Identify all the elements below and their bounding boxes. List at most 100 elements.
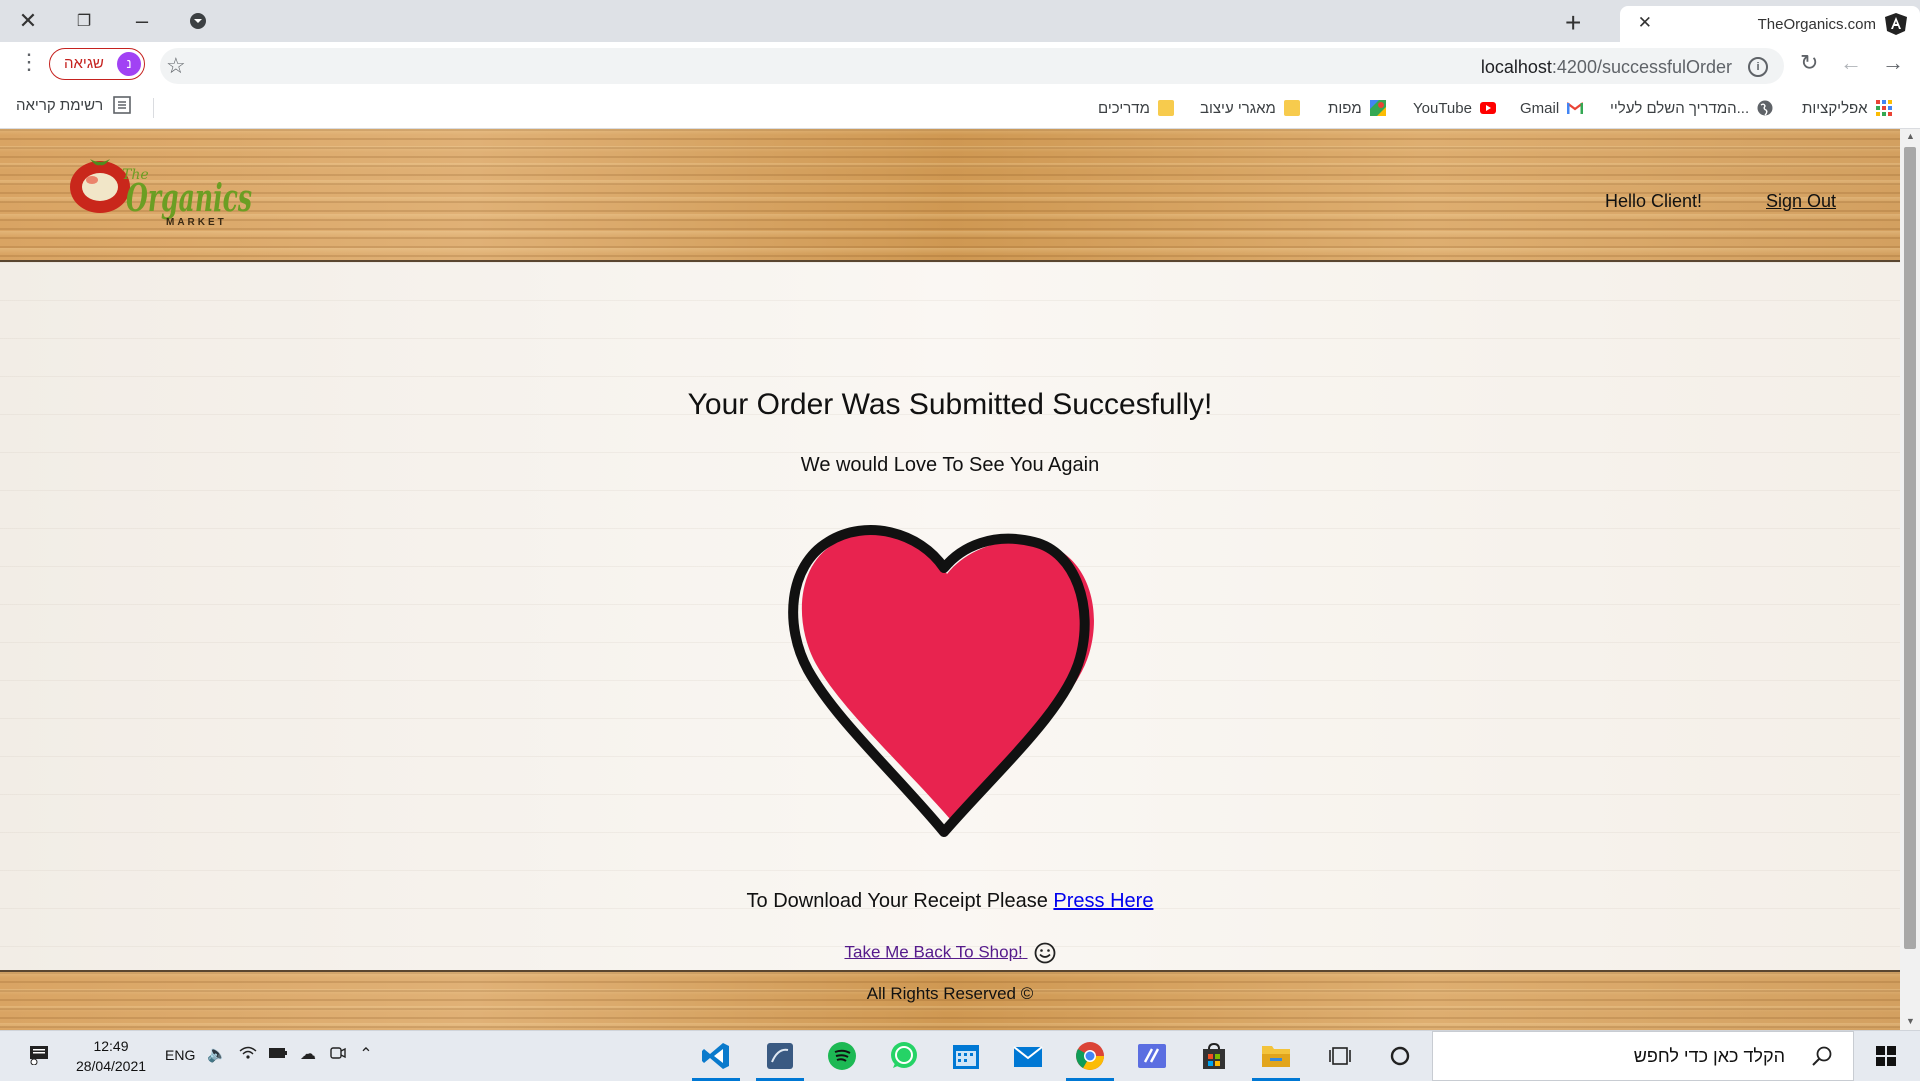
close-window-icon[interactable]: ✕	[10, 5, 46, 37]
angular-favicon-icon	[1885, 13, 1907, 35]
page-subtitle: We would Love To See You Again	[800, 454, 1100, 476]
calendar-icon[interactable]	[942, 1036, 990, 1076]
system-clock[interactable]: 12:49 28/04/2021	[66, 1036, 156, 1076]
tab-title: TheOrganics.com	[1757, 16, 1876, 33]
maps-icon	[1369, 100, 1386, 116]
bookmark-label: Gmail	[1520, 99, 1560, 117]
site-header: The Organics MARKET Hello Client! Sign O…	[0, 129, 1900, 262]
address-bar[interactable]: ☆ localhost:4200/successfulOrder i	[160, 48, 1784, 84]
tab-theorganics[interactable]: ✕ TheOrganics.com	[1620, 6, 1920, 42]
bookmark-label: YouTube	[1413, 99, 1472, 117]
show-hidden-icons-chevron-icon[interactable]: ⌃	[356, 1045, 376, 1065]
bookmark-apps[interactable]: אפליקציות	[1802, 96, 1892, 120]
bookmark-aliyah-guide[interactable]: המדריך השלם לעליי...	[1610, 96, 1773, 120]
scrollbar-thumb[interactable]	[1904, 147, 1916, 949]
logo-organics: Organics	[126, 175, 252, 220]
chrome-icon[interactable]	[1066, 1036, 1114, 1081]
bookmark-label: מפות	[1328, 99, 1362, 117]
site-footer: All Rights Reserved ©	[0, 970, 1900, 1030]
bookmark-youtube[interactable]: YouTube	[1413, 96, 1496, 120]
url-text[interactable]: localhost:4200/successfulOrder	[1481, 57, 1732, 78]
site-info-icon[interactable]: i	[1748, 57, 1768, 77]
battery-icon[interactable]	[268, 1045, 288, 1065]
folder-icon	[1157, 100, 1174, 116]
clock-time: 12:49	[93, 1038, 129, 1054]
volume-icon[interactable]: 🔈	[207, 1045, 227, 1065]
new-tab-button[interactable]: +	[1565, 7, 1581, 39]
vscode-icon[interactable]	[692, 1036, 740, 1081]
youtube-icon	[1479, 102, 1496, 114]
logo-market: MARKET	[166, 217, 227, 228]
reading-list-icon	[113, 96, 131, 114]
browser-menu-icon[interactable]: ⋮	[18, 51, 40, 73]
bookmarks-divider	[153, 98, 154, 118]
bookmark-design-resources[interactable]: מאגרי עיצוב	[1200, 96, 1300, 120]
bookmark-label: המדריך השלם לעליי...	[1610, 99, 1750, 117]
bookmark-star-icon[interactable]: ☆	[166, 53, 186, 79]
restore-window-icon[interactable]: ❐	[66, 5, 102, 37]
spotify-icon[interactable]	[818, 1036, 866, 1076]
receipt-text: To Download Your Receipt Please	[746, 890, 1054, 912]
store-icon[interactable]	[1190, 1036, 1238, 1076]
onedrive-icon[interactable]: ☁	[298, 1045, 318, 1065]
database-icon[interactable]	[756, 1036, 804, 1081]
reading-list-button[interactable]: רשימת קריאה	[16, 96, 131, 114]
close-tab-icon[interactable]: ✕	[1638, 13, 1652, 33]
footer-text: All Rights Reserved ©	[866, 984, 1034, 1003]
minimize-window-icon[interactable]: –	[124, 5, 160, 37]
organics-market-logo[interactable]: The Organics MARKET	[66, 151, 256, 241]
back-arrow-icon[interactable]: ←	[1840, 50, 1862, 76]
order-success-section: Your Order Was Submitted Succesfully! We…	[0, 262, 1900, 970]
page-scrollbar[interactable]: ▲ ▼	[1900, 129, 1920, 1030]
bookmark-label: מאגרי עיצוב	[1200, 99, 1276, 117]
bookmark-label: אפליקציות	[1802, 99, 1868, 117]
wifi-icon[interactable]	[238, 1045, 258, 1065]
bookmark-gmail[interactable]: Gmail	[1520, 96, 1584, 120]
page-title: Your Order Was Submitted Succesfully!	[687, 388, 1213, 421]
notifications-icon[interactable]	[28, 1043, 50, 1065]
mail-icon[interactable]	[1004, 1036, 1052, 1076]
smiley-icon	[1034, 942, 1055, 964]
meet-now-icon[interactable]	[328, 1045, 348, 1065]
heart-icon	[788, 525, 1094, 837]
receipt-line: To Download Your Receipt Please Press He…	[0, 890, 1900, 913]
url-host: localhost	[1480, 57, 1552, 77]
clock-date: 28/04/2021	[75, 1058, 147, 1074]
bookmarks-bar: רשימת קריאה מדריכים מאגרי עיצוב מפות You…	[0, 88, 1920, 129]
avatar: נ	[117, 52, 141, 76]
bookmark-guides[interactable]: מדריכים	[1098, 96, 1174, 120]
greeting-text: Hello Client!	[1605, 191, 1703, 211]
browser-toolbar: ⋮ שגיאה נ ☆ localhost:4200/successfulOrd…	[0, 42, 1920, 88]
back-to-shop-link[interactable]: Take Me Back To Shop!	[844, 942, 1022, 961]
bookmark-label: מדריכים	[1098, 99, 1150, 117]
download-receipt-link[interactable]: Press Here	[1053, 890, 1153, 912]
apps-grid-icon	[1875, 100, 1892, 116]
folder-icon	[1283, 100, 1300, 116]
scroll-up-icon[interactable]: ▲	[1906, 131, 1915, 141]
back-to-shop-line: Take Me Back To Shop!	[0, 942, 1900, 964]
profile-button[interactable]: שגיאה נ	[49, 48, 145, 80]
tab-search-icon[interactable]	[180, 5, 216, 37]
sign-out-link[interactable]: Sign Out	[1766, 191, 1836, 212]
search-placeholder: הקלד כאן כדי לחפש	[1633, 1046, 1785, 1066]
search-icon	[1812, 1046, 1832, 1066]
url-path: :4200/successfulOrder	[1551, 57, 1732, 77]
taskbar-search-input[interactable]: הקלד כאן כדי לחפש	[1432, 1031, 1854, 1081]
scroll-down-icon[interactable]: ▼	[1906, 1016, 1915, 1026]
windows-start-icon[interactable]	[1876, 1046, 1896, 1066]
gmail-icon	[1567, 102, 1584, 114]
profile-label: שגיאה	[64, 55, 104, 72]
forward-arrow-icon[interactable]: →	[1882, 50, 1904, 76]
cortana-icon[interactable]	[1376, 1036, 1424, 1076]
language-indicator[interactable]: ENG	[165, 1047, 195, 1063]
editor-icon[interactable]	[1128, 1036, 1176, 1076]
windows-taskbar: 12:49 28/04/2021 ENG 🔈 ☁ ⌃ הקלד כאן כדי …	[0, 1030, 1920, 1081]
web-page: The Organics MARKET Hello Client! Sign O…	[0, 129, 1900, 1030]
file-explorer-icon[interactable]	[1252, 1036, 1300, 1081]
browser-tab-bar: ✕ ❐ – + ✕ TheOrganics.com	[0, 0, 1920, 42]
reload-icon[interactable]: ↻	[1800, 50, 1818, 76]
bookmark-maps[interactable]: מפות	[1328, 96, 1386, 120]
globe-icon	[1757, 100, 1773, 116]
task-view-icon[interactable]	[1316, 1036, 1364, 1076]
whatsapp-icon[interactable]	[880, 1036, 928, 1076]
